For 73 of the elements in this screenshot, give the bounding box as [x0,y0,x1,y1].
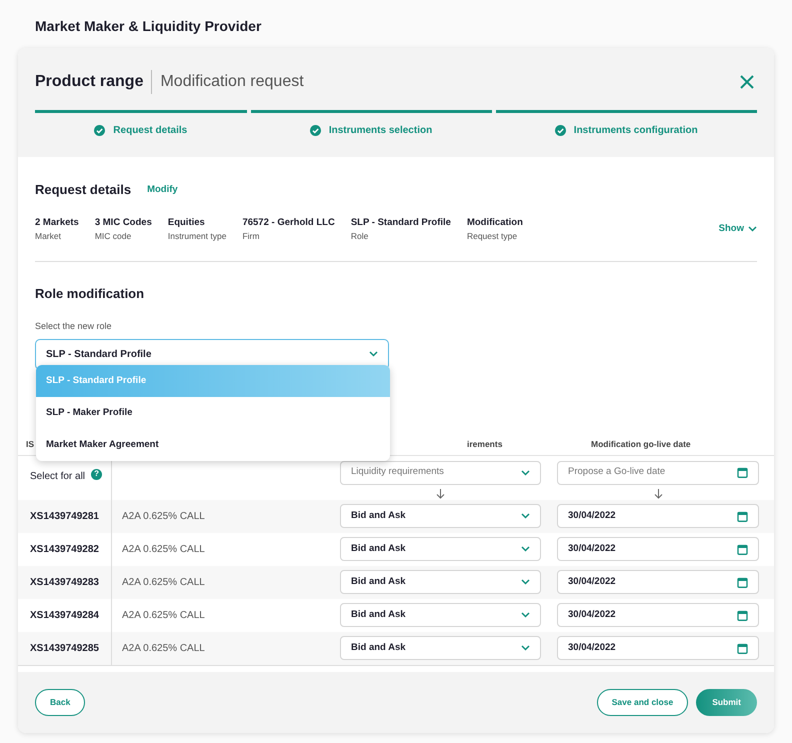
liquidity-select[interactable]: Bid and Ask [340,570,541,594]
down-arrow-icon [654,488,662,498]
dropdown-option[interactable]: SLP - Maker Profile [36,397,390,429]
field-label: Instrument type [168,230,226,242]
show-toggle[interactable]: Show [718,222,757,236]
chevron-down-icon [521,470,530,476]
instrument-cell: A2A 0.625% CALL [122,576,205,588]
liquidity-select[interactable]: Bid and Ask [340,504,541,528]
dropdown-option[interactable]: Market Maker Agreement [36,429,390,461]
isin-cell-text: XS1439749281 [30,510,99,524]
column-header: IS [26,438,34,449]
field-label: Market [35,230,62,242]
calendar-icon [737,544,748,554]
liquidity-select[interactable]: Liquidity requirements [340,460,541,484]
date-field[interactable]: Propose a Go-live date [557,460,759,484]
dialog-subtitle: Modification request [151,70,304,94]
section-title: Role modification [35,284,146,302]
dialog-title: Product range [35,72,144,92]
help-icon: ? [91,468,102,480]
field-value: 3 MIC Codes [94,216,152,230]
page-title: Market Maker & Liquidity Provider [34,17,262,36]
instrument-cell: A2A 0.625% CALL [122,510,205,522]
field-label: MIC code [94,230,132,242]
modify-link[interactable]: Modify [147,182,178,197]
date-field[interactable]: 30/04/2022 [557,570,759,594]
field-value: Equities [168,216,206,230]
field-label: Select the new role [35,320,113,333]
chevron-down-icon [521,513,530,519]
step-label: Instruments configuration [574,124,698,138]
isin-cell-text: XS1439749285 [30,642,99,656]
field-value: SLP - Standard Profile [350,216,451,230]
save-and-close-button[interactable]: Save and close [596,689,688,716]
down-arrow-icon [436,488,445,498]
step-label: Request details [113,124,188,138]
calendar-icon [737,467,748,478]
section-title: Request details [35,181,132,199]
date-field[interactable]: 30/04/2022 [557,504,759,528]
calendar-icon [737,610,748,620]
field-value: Modification [466,216,523,230]
isin-cell-text: XS1439749284 [30,608,99,622]
liquidity-select[interactable]: Bid and Ask [340,603,541,627]
chevron-down-icon [521,546,530,552]
instrument-cell: A2A 0.625% CALL [122,642,205,654]
isin-cell-text: XS1439749283 [30,576,99,590]
chevron-down-icon [521,612,530,618]
check-circle-icon [94,125,106,136]
liquidity-select[interactable]: Bid and Ask [340,537,541,561]
instrument-cell: A2A 0.625% CALL [122,610,205,620]
chevron-down-icon [521,579,530,585]
field-label: Firm [242,230,260,242]
column-header: Modification go-live date [591,438,691,449]
check-circle-icon [310,125,321,136]
back-button[interactable]: Back [35,689,86,716]
field-label: Request type [466,230,518,242]
check-circle-icon [554,125,566,136]
calendar-icon [737,510,748,522]
field-value: 2 Markets [35,216,79,230]
chevron-down-icon [369,351,378,357]
calendar-icon [737,642,748,654]
field-label: Role [350,230,370,242]
instrument-cell: A2A 0.625% CALL [122,544,205,554]
chevron-down-icon [748,226,757,232]
calendar-icon [737,576,748,588]
chevron-down-icon [521,645,530,651]
field-value: 76572 - Gerhold LLC [242,216,335,230]
date-field[interactable]: 30/04/2022 [557,603,759,627]
date-field[interactable]: 30/04/2022 [557,636,759,660]
select-all-label: Select for all [30,470,86,484]
date-field[interactable]: 30/04/2022 [557,537,759,561]
column-header: irements [467,438,502,449]
step-label: Instruments selection [328,124,432,138]
isin-cell-text: XS1439749282 [30,542,99,556]
liquidity-select[interactable]: Bid and Ask [340,636,541,660]
